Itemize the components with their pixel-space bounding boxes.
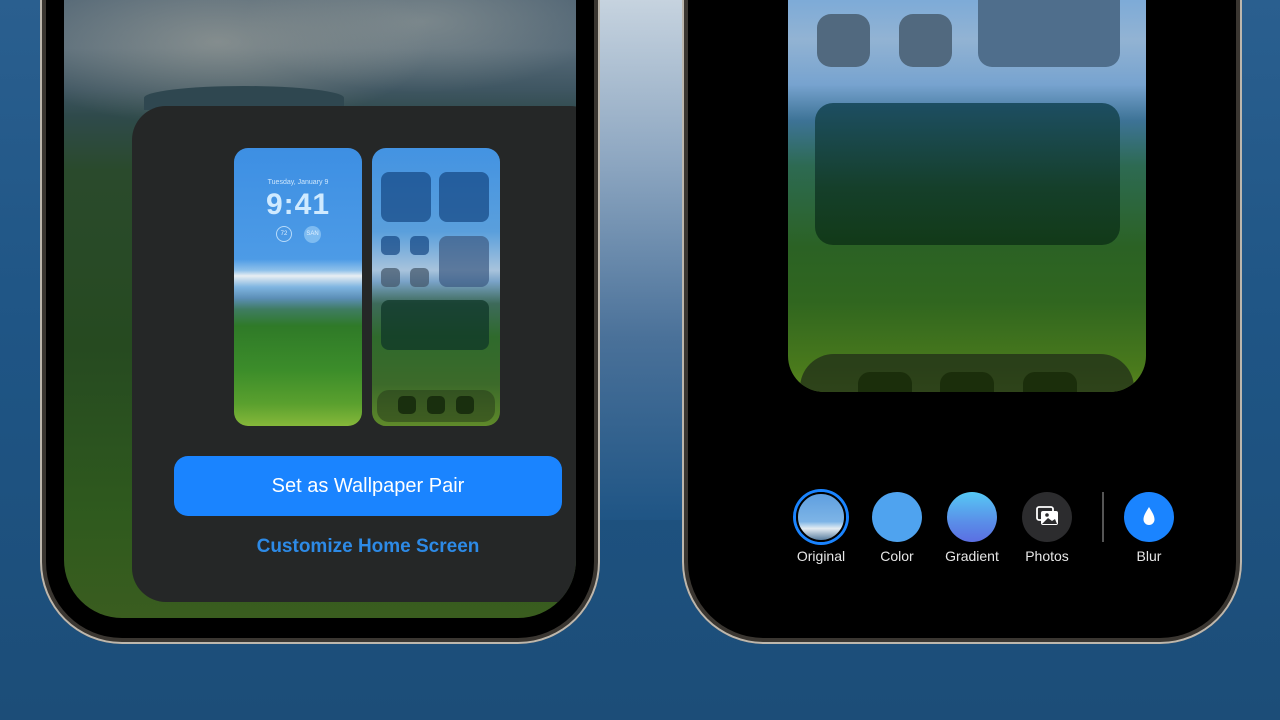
options-divider xyxy=(1102,492,1104,542)
option-original[interactable]: Original xyxy=(790,492,852,564)
droplet-icon xyxy=(1124,492,1174,542)
home-screen-preview[interactable] xyxy=(372,148,500,426)
app-icon-placeholder xyxy=(899,14,952,67)
left-phone-screen: Tuesday, January 9 9:41 72 SAN Set as Wa… xyxy=(64,0,576,618)
app-icon-placeholder xyxy=(817,14,870,67)
wallpaper-style-options: Original Color Gradient Photos Blur xyxy=(790,492,1190,572)
wallpaper-pair-sheet: Tuesday, January 9 9:41 72 SAN Set as Wa… xyxy=(132,106,576,602)
phone-bezel: Original Color Gradient Photos Blur xyxy=(688,0,1236,638)
option-label: Gradient xyxy=(945,548,999,564)
option-color[interactable]: Color xyxy=(866,492,928,564)
photos-glyph-icon xyxy=(1036,506,1058,525)
wallpaper-thumbnail-icon xyxy=(796,492,846,542)
wide-widget-placeholder xyxy=(815,103,1120,245)
dock-icon-placeholder xyxy=(398,396,416,414)
background-strip xyxy=(600,0,682,520)
phone-bezel: Tuesday, January 9 9:41 72 SAN Set as Wa… xyxy=(46,0,594,638)
dock-icon-placeholder xyxy=(427,396,445,414)
option-label: Original xyxy=(796,548,846,564)
option-blur[interactable]: Blur xyxy=(1118,492,1180,564)
app-icon-placeholder xyxy=(381,236,400,255)
widget-placeholder xyxy=(381,172,431,222)
widget-placeholder xyxy=(439,172,489,222)
home-screen-wallpaper-preview xyxy=(788,0,1146,392)
option-label: Blur xyxy=(1136,548,1162,564)
droplet-glyph-icon xyxy=(1143,507,1155,525)
lock-time: 9:41 xyxy=(265,188,331,221)
app-icon-placeholder xyxy=(410,236,429,255)
app-icon-placeholder xyxy=(381,268,400,287)
lock-screen-preview[interactable]: Tuesday, January 9 9:41 72 SAN xyxy=(234,148,362,426)
dock-icon-placeholder xyxy=(456,396,474,414)
gradient-swatch-icon xyxy=(947,492,997,542)
option-photos[interactable]: Photos xyxy=(1016,492,1078,564)
dock-icon-placeholder xyxy=(858,372,912,392)
left-phone-frame: Tuesday, January 9 9:41 72 SAN Set as Wa… xyxy=(40,0,600,644)
dock-icon-placeholder xyxy=(1023,372,1077,392)
wide-widget-placeholder xyxy=(381,300,489,350)
set-as-wallpaper-pair-button[interactable]: Set as Wallpaper Pair xyxy=(174,456,562,516)
dock-icon-placeholder xyxy=(940,372,994,392)
widget-placeholder xyxy=(439,236,489,287)
option-label: Photos xyxy=(1025,548,1069,564)
app-icon-placeholder xyxy=(410,268,429,287)
option-label: Color xyxy=(880,548,914,564)
widget-placeholder xyxy=(978,0,1120,67)
option-gradient[interactable]: Gradient xyxy=(941,492,1003,564)
photos-icon xyxy=(1022,492,1072,542)
right-phone-frame: Original Color Gradient Photos Blur xyxy=(682,0,1242,644)
weather-widget: SAN xyxy=(304,226,321,243)
customize-home-screen-link[interactable]: Customize Home Screen xyxy=(132,536,576,558)
right-phone-screen: Original Color Gradient Photos Blur xyxy=(706,0,1218,618)
solid-color-swatch-icon xyxy=(872,492,922,542)
temperature-gauge-widget: 72 xyxy=(276,226,292,242)
lock-date: Tuesday, January 9 xyxy=(267,179,329,186)
